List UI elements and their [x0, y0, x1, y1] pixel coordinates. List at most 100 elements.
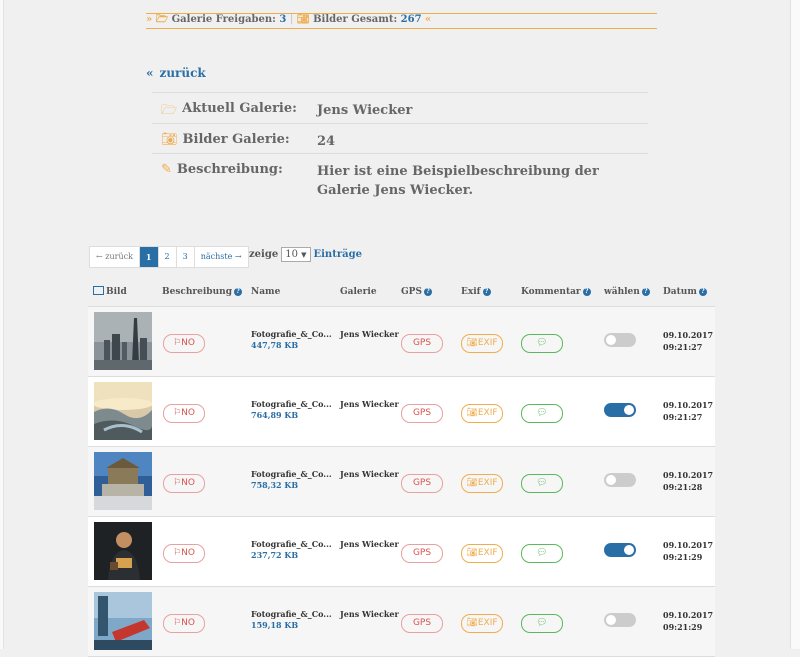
- gps-button[interactable]: GPS: [401, 614, 443, 633]
- comment-icon: 💬︎: [536, 478, 548, 488]
- file-name: Fotografie_&_Co...: [251, 399, 332, 409]
- gps-button[interactable]: GPS: [401, 404, 443, 423]
- question-circle-icon[interactable]: ?: [582, 287, 591, 296]
- gallery-name: Jens Wiecker: [340, 469, 399, 479]
- gallery-name: Jens Wiecker: [340, 539, 399, 549]
- page-frame-left: [0, 0, 4, 649]
- question-circle-icon[interactable]: ?: [482, 287, 491, 296]
- table-row: ⚐NO Fotografie_&_Co... 764,89 KB Jens Wi…: [88, 377, 715, 447]
- select-toggle[interactable]: [604, 473, 636, 487]
- folder-open-icon: 🗁: [155, 14, 169, 25]
- description-no-badge[interactable]: ⚐NO: [163, 334, 205, 353]
- toggle-knob: [606, 335, 616, 345]
- photo-thumbnail[interactable]: [94, 452, 152, 510]
- flag-icon: ⚐: [173, 408, 182, 418]
- edit-icon: ✎: [161, 162, 172, 177]
- file-size: 764,89 KB: [251, 410, 299, 420]
- table-row: ⚐NO Fotografie_&_Co... 447,78 KB Jens Wi…: [88, 307, 715, 377]
- table-row: ⚐NO Fotografie_&_Co... 159,18 KB Jens Wi…: [88, 587, 715, 657]
- description-no-badge[interactable]: ⚐NO: [163, 474, 205, 493]
- gallery-name: Jens Wiecker: [340, 609, 399, 619]
- upload-date: 09.10.2017 09:21:29: [663, 540, 714, 562]
- gps-button[interactable]: GPS: [401, 474, 443, 493]
- pagination-next[interactable]: nächste →: [195, 247, 248, 267]
- comment-button[interactable]: 💬︎: [521, 614, 563, 633]
- toggle-knob: [624, 545, 634, 555]
- col-galerie: Galerie: [340, 287, 377, 297]
- photo-thumbnail[interactable]: [94, 312, 152, 370]
- select-toggle[interactable]: [604, 543, 636, 557]
- upload-date: 09.10.2017 09:21:27: [663, 400, 714, 422]
- exif-button[interactable]: 📷︎EXIF: [461, 614, 503, 633]
- toggle-knob: [606, 615, 616, 625]
- folder-open-icon: 🗁: [161, 103, 178, 118]
- col-datum: Datum?: [663, 287, 707, 297]
- col-beschreibung: Beschreibung?: [162, 287, 242, 297]
- comment-icon: 💬︎: [536, 408, 548, 418]
- info-row-count: 📷︎ Bilder Galerie: 24: [152, 123, 648, 153]
- col-bild: Bild: [93, 286, 127, 297]
- select-toggle[interactable]: [604, 333, 636, 347]
- file-name: Fotografie_&_Co...: [251, 609, 332, 619]
- summary-bottom-border: [146, 28, 657, 29]
- description-no-badge[interactable]: ⚐NO: [163, 614, 205, 633]
- upload-date: 09.10.2017 09:21:29: [663, 610, 714, 632]
- upload-date: 09.10.2017 09:21:27: [663, 330, 714, 352]
- camera-icon: 📷︎: [466, 338, 478, 348]
- table-header: Bild Beschreibung? Name Galerie GPS? Exi…: [88, 280, 715, 308]
- page-size-select[interactable]: 10 ▼: [281, 247, 311, 262]
- pagination-page-2[interactable]: 2: [159, 247, 177, 267]
- gps-button[interactable]: GPS: [401, 334, 443, 353]
- exif-button[interactable]: 📷︎EXIF: [461, 404, 503, 423]
- file-size: 447,78 KB: [251, 340, 299, 350]
- question-circle-icon[interactable]: ?: [423, 287, 432, 296]
- comment-button[interactable]: 💬︎: [521, 474, 563, 493]
- page-size-control: zeige 10 ▼ Einträge: [249, 247, 362, 262]
- question-circle-icon[interactable]: ?: [641, 287, 650, 296]
- gesamt-count: 267: [400, 14, 422, 25]
- description-value: Hier ist eine Beispielbeschreibung der G…: [317, 164, 599, 198]
- flag-icon: ⚐: [173, 548, 182, 558]
- comment-button[interactable]: 💬︎: [521, 334, 563, 353]
- photo-thumbnail[interactable]: [94, 522, 152, 580]
- caret-down-icon: ▼: [301, 251, 307, 259]
- freigaben-count: 3: [279, 14, 287, 25]
- back-link[interactable]: «zurück: [146, 66, 206, 80]
- pagination-page-1[interactable]: 1: [139, 247, 159, 267]
- current-gallery-value: Jens Wiecker: [317, 103, 413, 118]
- question-circle-icon[interactable]: ?: [698, 287, 707, 296]
- flag-icon: ⚐: [173, 478, 182, 488]
- camera-icon: 📷︎: [466, 478, 478, 488]
- description-no-badge[interactable]: ⚐NO: [163, 404, 205, 423]
- select-toggle[interactable]: [604, 613, 636, 627]
- col-kommentar: Kommentar?: [521, 287, 591, 297]
- info-row-description: ✎ Beschreibung: Hier ist eine Beispielbes…: [152, 153, 648, 205]
- upload-date: 09.10.2017 09:21:28: [663, 470, 714, 492]
- pagination-page-3[interactable]: 3: [177, 247, 195, 267]
- gallery-summary: » 🗁 Galerie Freigaben: 3 | 📷︎ Bilder Ges…: [146, 14, 432, 25]
- pagination-prev[interactable]: ← zurück: [90, 247, 140, 267]
- gallery-name: Jens Wiecker: [340, 329, 399, 339]
- table-row: ⚐NO Fotografie_&_Co... 237,72 KB Jens Wi…: [88, 517, 715, 587]
- exif-button[interactable]: 📷︎EXIF: [461, 474, 503, 493]
- camera-icon: 📷︎: [466, 408, 478, 418]
- file-size: 237,72 KB: [251, 550, 299, 560]
- comment-button[interactable]: 💬︎: [521, 544, 563, 563]
- exif-button[interactable]: 📷︎EXIF: [461, 334, 503, 353]
- toggle-knob: [624, 405, 634, 415]
- info-row-current: 🗁 Aktuell Galerie: Jens Wiecker: [152, 92, 648, 123]
- gps-button[interactable]: GPS: [401, 544, 443, 563]
- select-toggle[interactable]: [604, 403, 636, 417]
- comment-button[interactable]: 💬︎: [521, 404, 563, 423]
- comment-icon: 💬︎: [536, 338, 548, 348]
- question-circle-icon[interactable]: ?: [233, 287, 242, 296]
- comment-icon: 💬︎: [536, 618, 548, 628]
- file-name: Fotografie_&_Co...: [251, 469, 332, 479]
- photo-thumbnail[interactable]: [94, 382, 152, 440]
- gallery-name: Jens Wiecker: [340, 399, 399, 409]
- camera-icon: 📷︎: [466, 618, 478, 628]
- description-no-badge[interactable]: ⚐NO: [163, 544, 205, 563]
- photo-thumbnail[interactable]: [94, 592, 152, 650]
- exif-button[interactable]: 📷︎EXIF: [461, 544, 503, 563]
- toggle-knob: [606, 475, 616, 485]
